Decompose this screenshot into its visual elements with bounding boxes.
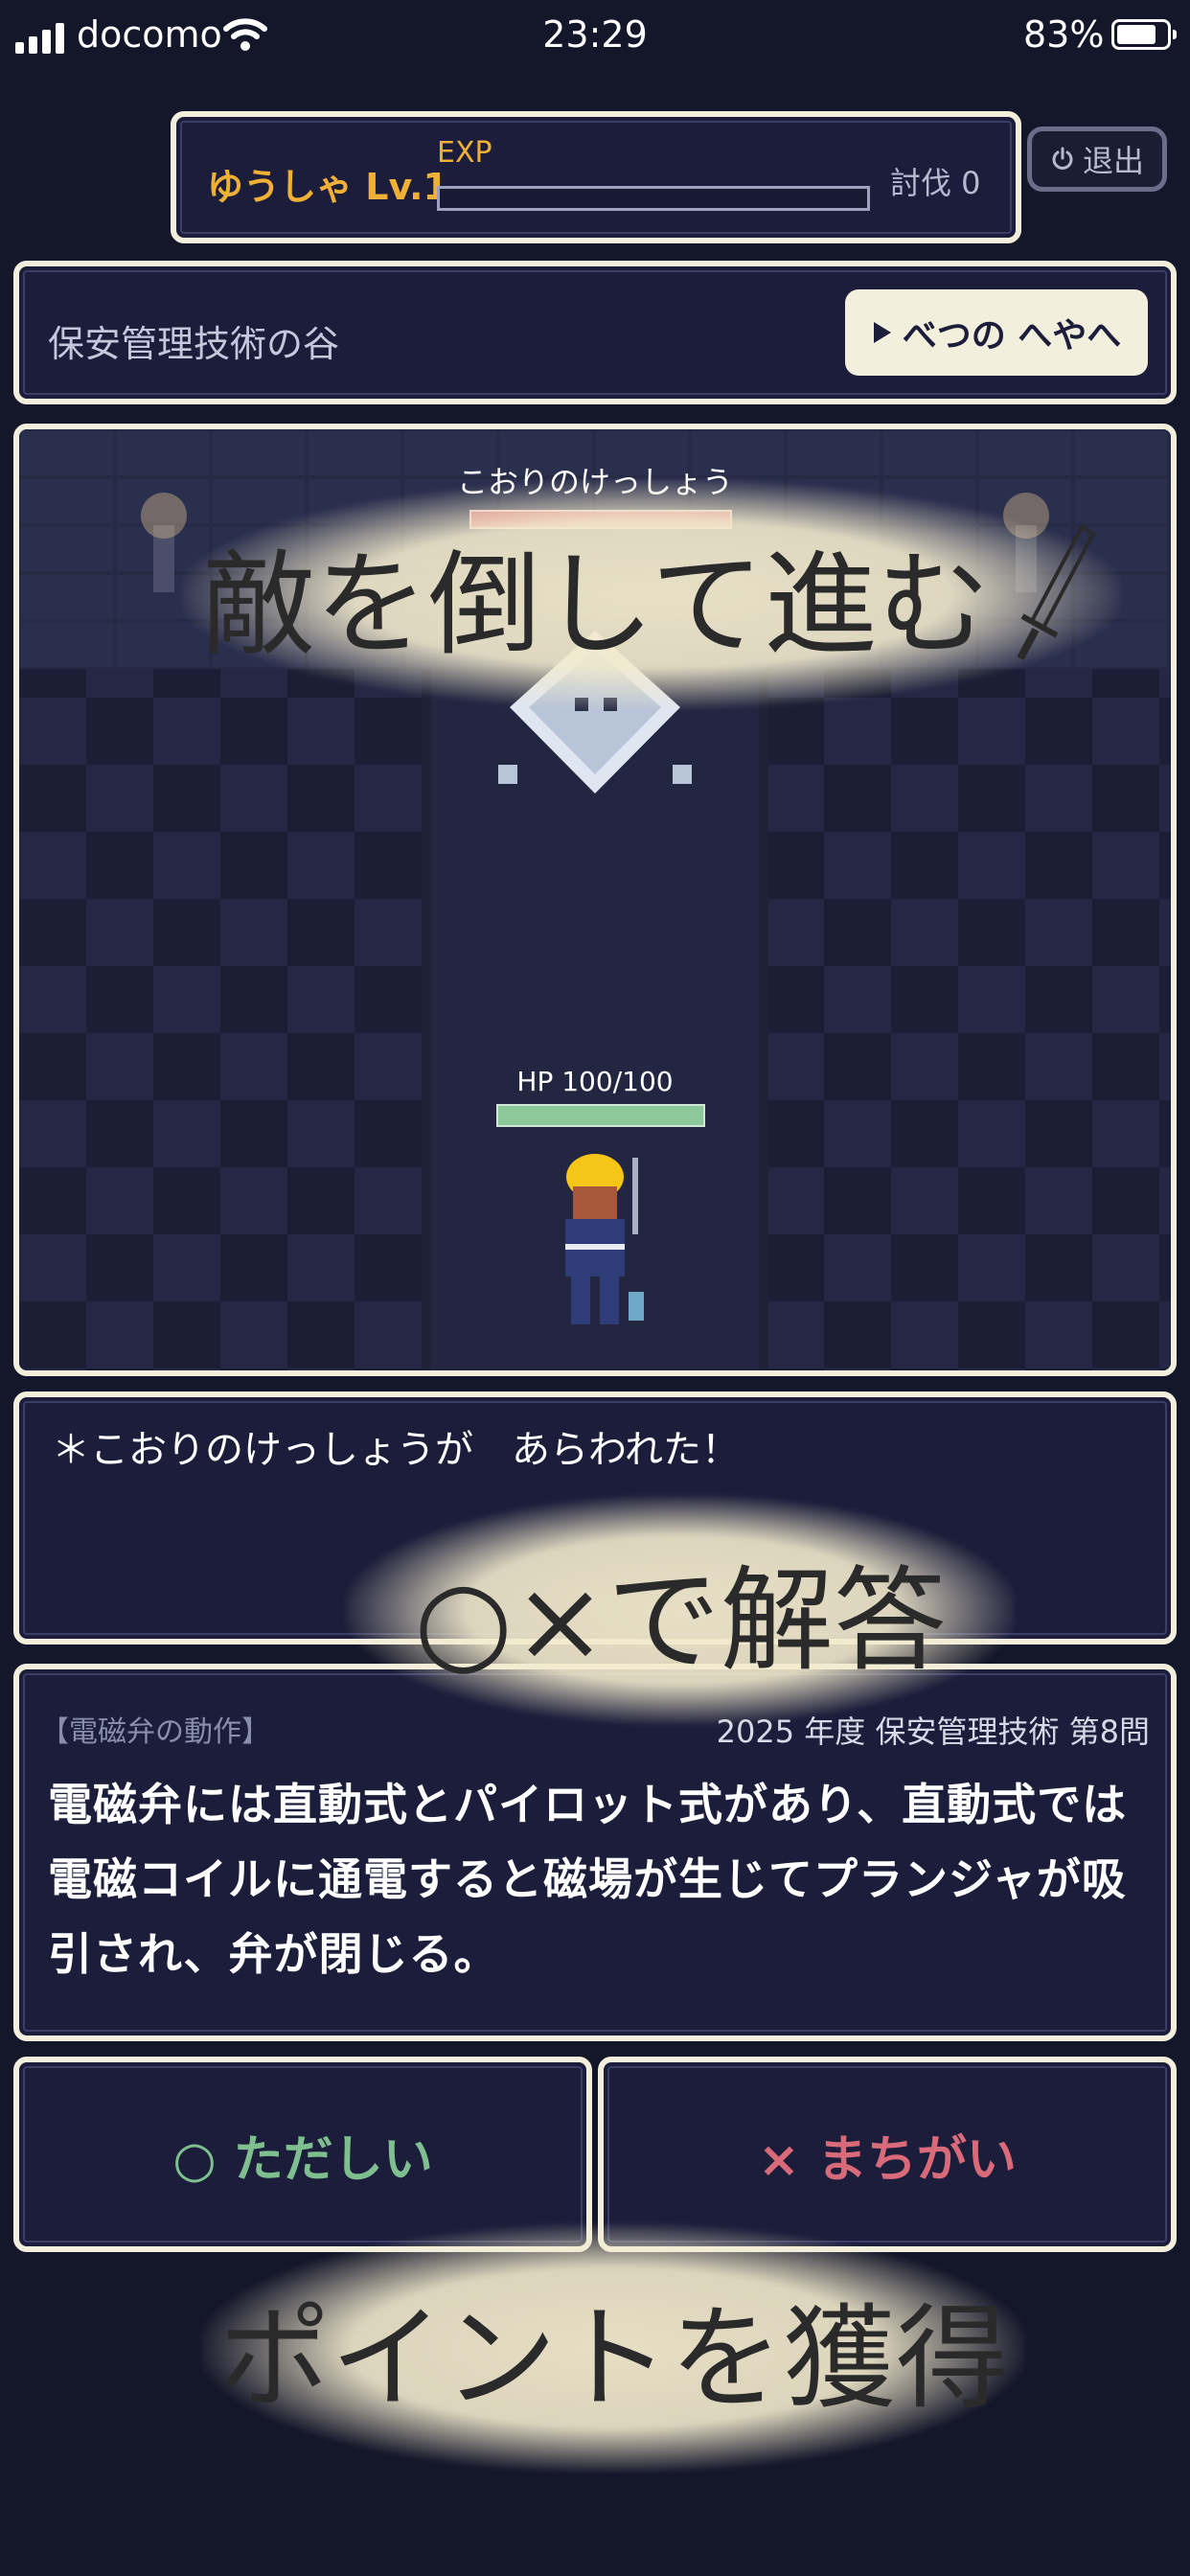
area-panel: 保安管理技術の谷 べつの へやへ bbox=[13, 261, 1177, 404]
battery-icon bbox=[1111, 19, 1177, 50]
next-room-button[interactable]: べつの へやへ bbox=[845, 289, 1148, 376]
callout-text: ポイントを獲得 bbox=[217, 2291, 1009, 2425]
question-category: 【電磁弁の動作】 bbox=[40, 1715, 270, 1749]
exit-button[interactable]: 退出 bbox=[1027, 126, 1167, 192]
status-bar: docomo 23:29 83% bbox=[0, 0, 1190, 77]
play-arrow-icon bbox=[873, 322, 891, 343]
callout-earn-points: ポイントを獲得 bbox=[201, 2223, 1025, 2472]
power-icon bbox=[1052, 147, 1073, 170]
player-hp-label: HP 100/100 bbox=[516, 1066, 674, 1097]
callout-defeat-enemies: 敵を倒して進む bbox=[182, 479, 1121, 709]
callout-answer-ox: ○×で解答 bbox=[345, 1495, 1016, 1725]
area-name: 保安管理技術の谷 bbox=[48, 323, 340, 365]
callout-text: ○×で解答 bbox=[414, 1553, 947, 1687]
player-hp-bar bbox=[496, 1104, 705, 1127]
question-text: 電磁弁には直動式とパイロット式があり、直動式では電磁コイルに通電すると磁場が生じ… bbox=[48, 1779, 1128, 1980]
kill-count: 討伐 0 bbox=[890, 165, 981, 201]
battery-percent: 83% bbox=[1023, 13, 1105, 56]
exit-label: 退出 bbox=[1082, 143, 1144, 179]
next-room-label: べつの へやへ bbox=[902, 316, 1122, 356]
clock: 23:29 bbox=[542, 13, 648, 56]
exp-bar bbox=[437, 186, 870, 211]
exp-label: EXP bbox=[437, 136, 492, 170]
callout-text: 敵を倒して進む bbox=[201, 538, 991, 671]
player-name-level: ゆうしゃ Lv.1 bbox=[207, 166, 448, 208]
battle-message: ＊こおりのけっしょうが あらわれた！ bbox=[52, 1428, 740, 1472]
sword-icon bbox=[1017, 524, 1096, 660]
player-status-panel: ゆうしゃ Lv.1 EXP 討伐 0 bbox=[171, 111, 1021, 243]
